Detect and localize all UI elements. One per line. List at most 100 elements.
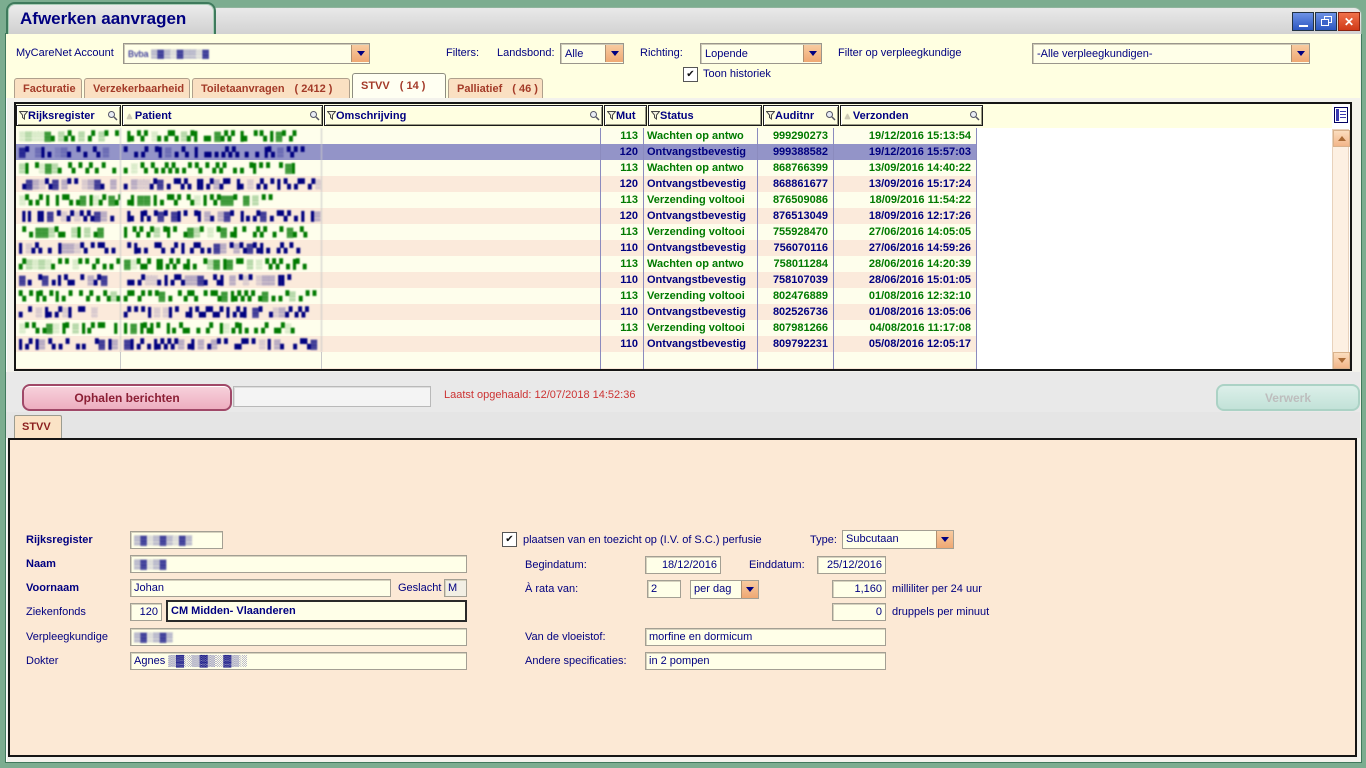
dokter-field[interactable]: Agnes ▒▓░▒▓▒░▓▒░: [130, 652, 467, 670]
ophalen-berichten-button[interactable]: Ophalen berichten: [22, 384, 232, 411]
voornaam-field[interactable]: Johan: [130, 579, 391, 597]
table-row[interactable]: ▗▓▒░▚▓ ▒▘▘░▒▓▖ ▒▖▒░░▞▓▗▝▚▚ ▐▌▞▒▞▘▐▖░▗▚▝▐…: [16, 176, 977, 192]
table-row[interactable]: ▐ ▌▐▌▓▝░▞░▚▚▓▒▗ ▐▖▐▚▝▓▘▓▌▘▝▌▒▖▒▓▘▐ ▖▞▓▗▝…: [16, 208, 977, 224]
column-header-omschrijving[interactable]: Omschrijving: [324, 105, 603, 126]
arata-field[interactable]: 2: [647, 580, 681, 598]
richting-select[interactable]: Lopende: [700, 43, 822, 64]
toon-historiek-checkbox[interactable]: ✔: [683, 67, 698, 82]
cell-status: Ontvangstbevestig: [644, 144, 758, 160]
chevron-down-icon[interactable]: [605, 45, 623, 62]
specificaties-label: Andere specificaties:: [525, 655, 627, 667]
account-select[interactable]: Bvba ▒▓▒░▓▒▒░▓: [123, 43, 370, 64]
cell-verzonden: [834, 352, 977, 368]
cell-auditnr: 807981266: [758, 320, 834, 336]
verpleegkundige-field[interactable]: ▒▓░▒▓▒: [130, 628, 467, 646]
verpleegkundige-select[interactable]: -Alle verpleegkundigen-: [1032, 43, 1310, 64]
vloeistof-field[interactable]: morfine en dormicum: [645, 628, 886, 646]
type-select[interactable]: Subcutaan: [842, 530, 954, 549]
geslacht-field[interactable]: M: [444, 579, 467, 597]
column-header-rijksregister[interactable]: Rijksregister: [16, 105, 121, 126]
chevron-down-icon[interactable]: [936, 531, 953, 548]
tab-facturatie[interactable]: Facturatie: [14, 78, 82, 98]
cell-rijksregister: ▐ ▌▐▌▓▝░▞░▚▚▓▒▗: [16, 208, 121, 224]
ziekenfonds-name-field[interactable]: CM Midden- Vlaanderen: [166, 600, 467, 622]
cell-rijksregister: ▒▌▝░▓▒▖▝▖▘▞ ▖▘▗: [16, 160, 121, 176]
verwerk-button[interactable]: Verwerk: [1216, 384, 1360, 411]
redacted-value: ▒▓░▒▓▒: [134, 632, 173, 642]
cell-verzonden: 05/08/2016 12:05:17: [834, 336, 977, 352]
cell-rijksregister: ░▒░░▓▖▒▞▖▒▗▘▒▘▝: [16, 128, 121, 144]
chevron-down-icon[interactable]: [741, 581, 758, 598]
table-row[interactable]: ▌░▞▖ ▖▐▒▒░▚▝▝▚▗▝▐▖▖▝▚ ▗▘▌ ▞▚▗ ▓▒▝▒▚▓▚▌▖▗…: [16, 240, 977, 256]
verpleegkundige-value: -Alle verpleegkundigen-: [1033, 48, 1291, 60]
column-chooser-icon[interactable]: [1333, 106, 1349, 124]
naam-field[interactable]: ▒▓░▒▓: [130, 555, 467, 573]
tab-count: ( 46 ): [512, 83, 538, 95]
table-row[interactable]: ░▒░░▓▖▒▞▖▒▗▘▒▘▝ ▐▖▚▘░▖▞▚ ▒▞▌▗▖▓▞▞ ▐▖▝ ▚▐…: [16, 128, 977, 144]
column-header-auditnr[interactable]: Auditnr: [763, 105, 839, 126]
tab-verzekerbaarheid[interactable]: Verzekerbaarheid: [84, 78, 190, 98]
search-icon[interactable]: [969, 110, 980, 121]
table-row[interactable]: ▌▞▐▒▝▖▖▘▗ ▖ ▝▓▐▒▓▌▞▗▐▞▞▞▒▗▌▒▗▒▘▘▗▞▘▘░ ▌▒…: [16, 336, 977, 352]
milliliter-field[interactable]: 1,160: [832, 580, 886, 598]
cell-status: Ontvangstbevestig: [644, 176, 758, 192]
search-icon[interactable]: [107, 110, 118, 121]
cell-auditnr: 876509086: [758, 192, 834, 208]
perfusie-label: plaatsen van en toezicht op (I.V. of S.C…: [523, 534, 762, 546]
tab-label: STVV: [361, 80, 390, 92]
field-value: 1,160: [854, 583, 882, 595]
requests-table: Rijksregister ▲ Patient Omschrijving Mut…: [14, 102, 1352, 371]
cell-patient: ▌ ▚▘▞▒▝▌▘▗▓▒▘░▝▓▗▌ ▘▗▚▘ ▖▘▓▖▚: [121, 224, 322, 240]
scroll-up-arrow[interactable]: [1333, 130, 1350, 147]
restore-button[interactable]: [1315, 12, 1337, 31]
arata-unit-select[interactable]: per dag: [690, 580, 759, 599]
tab-stvv-detail[interactable]: STVV: [14, 415, 62, 438]
druppels-field[interactable]: 0: [832, 603, 886, 621]
cell-status: [644, 368, 758, 371]
cell-status: Ontvangstbevestig: [644, 336, 758, 352]
column-header-patient[interactable]: ▲ Patient: [122, 105, 323, 126]
sort-asc-icon: ▲: [125, 111, 134, 121]
cell-mut: 110: [601, 336, 644, 352]
ziekenfonds-code-field[interactable]: 120: [130, 603, 162, 621]
cell-verzonden: 18/09/2016 11:54:22: [834, 192, 977, 208]
search-icon[interactable]: [825, 110, 836, 121]
cell-omschrijving: [322, 128, 601, 144]
table-row[interactable]: ▚▝▐▚▝ ▌▖▘▝▗▘▖▚▒▖▞▘▞▝▝▓▗ ▝ ▞▚ ▝▝▚▓▐▞▞▞▗▓▗…: [16, 288, 977, 304]
filter-icon: [19, 111, 28, 120]
tab-stvv[interactable]: STVV ( 14 ): [352, 73, 446, 98]
table-row[interactable]: ▝▗ ▓▓▒▚▖ ▒▌▒▗▓ ▌ ▚▘▞▒▝▌▘▗▓▒▘░▝▓▗▌ ▘▗▚▘ ▖…: [16, 224, 977, 240]
vertical-scrollbar[interactable]: [1332, 129, 1349, 370]
button-label: Verwerk: [1265, 391, 1311, 405]
table-row[interactable]: ▓▘ ▒▌▖░▒▖ ▘▖ ▚ ▒▘▗▗▘▝▌▒▗▝▖ ▌▗▖▖▞▞▖ ▖▗ ▐▚…: [16, 144, 977, 160]
table-row[interactable]: ▞▒░▒░▖▘▘░▘▘▞▗▗▝▓ ▓░▚▞ ▐▌▞▞▗▌▖▝▒▓▐▓▝▘▒ ░▝…: [16, 256, 977, 272]
tab-palliatief[interactable]: Palliatief ( 46 ): [448, 78, 543, 98]
close-button[interactable]: ✕: [1338, 12, 1360, 31]
column-header-verzonden[interactable]: ▲ Verzonden: [840, 105, 983, 126]
scroll-down-arrow[interactable]: [1333, 352, 1350, 369]
table-row[interactable]: ▒▌▝░▓▒▖▝▖▘▞ ▖▘▗▖░▝▖▚▗▚▚▗ ▘▚▝▗▚▘▗▗ ▝▌▘▘ ▝…: [16, 160, 977, 176]
minimize-button[interactable]: [1292, 12, 1314, 31]
table-row[interactable]: ▓ ▖▝▓▗ ▌▚▖ ▘▒▞▓▗▖▞░░▖▌▞▚▒▒▓▖ ▚▌ ▒▝░▘░▒▒▐…: [16, 272, 977, 288]
chevron-down-icon[interactable]: [803, 45, 821, 62]
tab-count: ( 14 ): [400, 80, 426, 92]
rijksregister-field[interactable]: ▒▓░▒▓▒░▓▒: [130, 531, 223, 549]
table-row[interactable]: ░▚▗▘▌▐▝▚▗▓▐░▞ ▓▞ ▗▌▓▓▐▗▝▚▘ ▚░▐▝▞▓▓▘ ▓ ▒▝…: [16, 192, 977, 208]
begindatum-field[interactable]: 18/12/2016: [645, 556, 721, 574]
table-row[interactable]: ▖ ▘░▐▖▞░▌▝▘ ░ ▞▝▝▐ ░ ░▌▘▗▌▚▞▚▞▐▗▚▌ ▓▘▗░▒…: [16, 304, 977, 320]
chevron-down-icon[interactable]: [1291, 45, 1309, 62]
table-row[interactable]: ░▘▚▗▓░▐▘▒▐ ▞▝▘ ▐ ▌▓▐▚▌▘▐ ▖▚▖▗ ▗▘▐░ ▞▌▖ ▖…: [16, 320, 977, 336]
chevron-down-icon[interactable]: [351, 45, 369, 62]
search-icon[interactable]: [589, 110, 600, 121]
cell-verzonden: 28/06/2016 14:20:39: [834, 256, 977, 272]
search-icon[interactable]: [309, 110, 320, 121]
perfusie-checkbox[interactable]: ✔: [502, 532, 517, 547]
column-label: Mut: [616, 110, 644, 122]
column-header-mut[interactable]: Mut: [604, 105, 647, 126]
landsbond-select[interactable]: Alle: [560, 43, 624, 64]
einddatum-field[interactable]: 25/12/2016: [817, 556, 886, 574]
specificaties-field[interactable]: in 2 pompen: [645, 652, 886, 670]
arata-label: À rata van:: [525, 583, 578, 595]
tab-toiletaanvragen[interactable]: Toiletaanvragen ( 2412 ): [192, 78, 350, 98]
column-header-status[interactable]: Status: [648, 105, 762, 126]
